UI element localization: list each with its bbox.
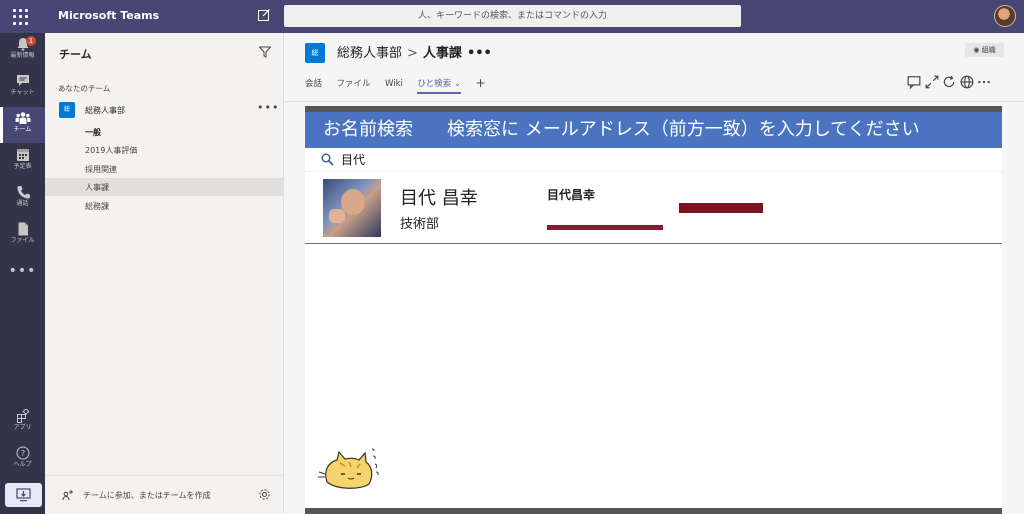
app-rail: 最新情報 1 チャット チーム 予定表 通話 ファイル ••• アプリ ? ヘル…: [0, 33, 45, 514]
person-department: 技術部: [400, 217, 440, 232]
rail-item-label: ヘルプ: [13, 461, 32, 468]
notification-badge: 1: [26, 36, 36, 46]
join-team-icon[interactable]: [62, 489, 74, 501]
tab-people-search[interactable]: ひと検索 ⌄: [417, 77, 461, 94]
rail-item-calls[interactable]: 通話: [0, 181, 45, 217]
cat-mascot-illustration: [318, 448, 379, 489]
rail-item-label: 最新情報: [10, 52, 35, 59]
download-app-button[interactable]: [5, 483, 42, 507]
app-title: Microsoft Teams: [58, 9, 160, 22]
teams-panel: チーム あなたのチーム 総 総務人事部 ••• 一般 2019人事評価 採用関連…: [45, 33, 284, 514]
channel-tabs: 会話 ファイル Wiki ひと検索 ⌄ +: [305, 76, 486, 94]
panel-footer: チームに参加、またはチームを作成: [45, 475, 284, 514]
rail-item-help[interactable]: ? ヘルプ: [0, 442, 45, 478]
channel-label: 総務課: [85, 202, 109, 211]
rail-item-apps[interactable]: アプリ: [0, 405, 45, 441]
top-bar: Microsoft Teams 人、キーワードの検索、またはコマンドの入力: [0, 0, 1024, 33]
person-result-card[interactable]: 目代 昌幸 技術部 目代昌幸: [305, 172, 1002, 244]
divider: [285, 101, 1024, 102]
more-apps-icon[interactable]: •••: [0, 263, 45, 279]
rail-item-calendar[interactable]: 予定表: [0, 144, 45, 180]
redacted-email: [547, 225, 663, 230]
expand-icon[interactable]: [925, 75, 939, 89]
channel-item-selected[interactable]: 人事課: [45, 178, 284, 196]
refresh-icon[interactable]: [942, 75, 956, 89]
calendar-icon: [16, 149, 29, 161]
rail-item-files[interactable]: ファイル: [0, 218, 45, 254]
team-more-options-icon[interactable]: •••: [257, 101, 279, 114]
team-avatar: 総: [59, 102, 75, 118]
search-input[interactable]: 人、キーワードの検索、またはコマンドの入力: [284, 5, 741, 27]
person-photo: [323, 179, 381, 237]
channel-label: 2019人事評価: [85, 146, 138, 155]
file-icon: [18, 222, 28, 236]
rail-item-label: ファイル: [10, 237, 35, 244]
rail-item-label: 予定表: [13, 163, 32, 170]
monitor-download-icon: [16, 488, 31, 502]
tab-conversations[interactable]: 会話: [305, 77, 322, 89]
tab-files[interactable]: ファイル: [337, 77, 371, 89]
channel-team-avatar: 総: [305, 43, 325, 63]
join-or-create-team-link[interactable]: チームに参加、またはチームを作成: [83, 490, 211, 501]
people-search-input[interactable]: 目代: [305, 148, 1002, 172]
tab-toolbar: [907, 75, 990, 92]
chevron-down-icon: ⌄: [453, 79, 461, 89]
add-tab-button[interactable]: +: [475, 76, 485, 90]
svg-text:?: ?: [20, 449, 24, 458]
tab-wiki[interactable]: Wiki: [385, 79, 403, 89]
app-banner: お名前検索 検索窓に メールアドレス（前方一致）を入力してください: [305, 112, 1002, 148]
redacted-field: [679, 203, 763, 213]
more-options-icon[interactable]: [977, 75, 991, 89]
app-launcher-icon[interactable]: [13, 9, 29, 25]
rail-item-teams[interactable]: チーム: [0, 107, 45, 143]
rail-item-label: 通話: [16, 200, 29, 207]
main-area: 総 総務人事部 > 人事課 ••• ◉ 組織 会話 ファイル Wiki ひと検索 ⌄ …: [285, 33, 1024, 514]
eye-icon: ◉: [973, 46, 980, 54]
banner-instruction: 検索窓に メールアドレス（前方一致）を入力してください: [447, 119, 920, 140]
org-button[interactable]: ◉ 組織: [965, 43, 1004, 57]
channel-label: 人事課: [85, 183, 109, 192]
section-title: あなたのチーム: [58, 84, 111, 93]
team-item[interactable]: 総 総務人事部 •••: [45, 98, 284, 122]
compose-icon[interactable]: [257, 8, 271, 22]
channel-item[interactable]: 採用関連: [45, 160, 284, 178]
filter-icon[interactable]: [259, 46, 271, 58]
teams-icon: [15, 112, 30, 124]
breadcrumb-separator: >: [407, 46, 418, 61]
channel-item[interactable]: 一般: [45, 123, 284, 141]
conversation-icon[interactable]: [907, 75, 921, 90]
channel-more-options-icon[interactable]: •••: [467, 46, 492, 61]
panel-title: チーム: [59, 48, 92, 61]
rail-item-chat[interactable]: チャット: [0, 70, 45, 106]
app-bottom-bar: [305, 508, 1002, 514]
channel-label: 採用関連: [85, 165, 117, 174]
people-search-app: お名前検索 検索窓に メールアドレス（前方一致）を入力してください 目代 目代 昌…: [305, 106, 1002, 514]
rail-item-label: チーム: [13, 126, 32, 133]
user-avatar[interactable]: [994, 5, 1016, 27]
rail-item-label: チャット: [10, 89, 35, 96]
apps-icon: [16, 409, 30, 423]
search-icon: [321, 153, 334, 166]
banner-title: お名前検索: [323, 119, 413, 140]
help-icon: ?: [16, 446, 29, 460]
globe-icon[interactable]: [960, 75, 974, 89]
tab-label: ひと検索: [417, 79, 452, 89]
team-name: 総務人事部: [85, 106, 125, 115]
breadcrumb-channel: 人事課: [422, 46, 462, 61]
gear-icon[interactable]: [258, 488, 271, 501]
channel-item[interactable]: 総務課: [45, 197, 284, 215]
chat-icon: [16, 75, 29, 86]
rail-item-activity[interactable]: 最新情報 1: [0, 33, 45, 69]
search-value: 目代: [341, 153, 366, 167]
channel-label: 一般: [85, 128, 101, 137]
breadcrumb-team[interactable]: 総務人事部: [337, 46, 402, 61]
org-button-label: 組織: [981, 46, 996, 54]
person-display-name: 目代昌幸: [547, 188, 596, 202]
rail-item-label: アプリ: [13, 424, 32, 431]
person-name: 目代 昌幸: [400, 188, 478, 209]
breadcrumb: 総務人事部 > 人事課 •••: [337, 42, 492, 61]
phone-icon: [17, 186, 30, 199]
channel-item[interactable]: 2019人事評価: [45, 141, 284, 159]
